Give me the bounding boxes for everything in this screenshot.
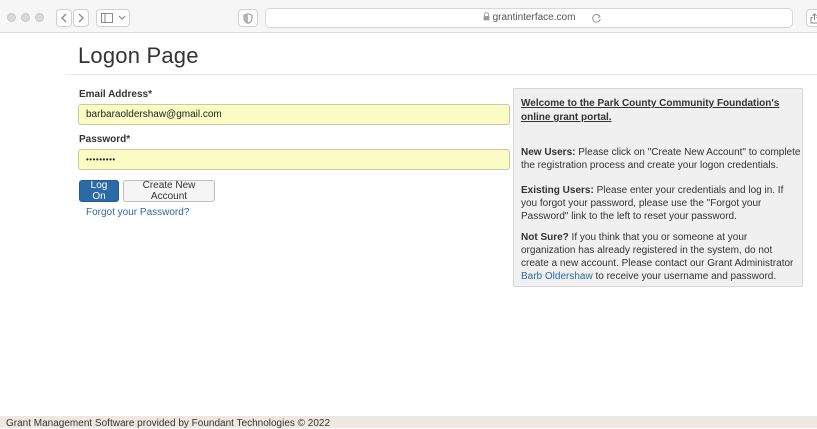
log-on-button[interactable]: Log On: [79, 180, 119, 202]
password-label: Password*: [79, 134, 130, 145]
sidebar-icon: [101, 13, 113, 23]
header-divider: [66, 74, 817, 75]
url-text: grantinterface.com: [493, 12, 576, 23]
forward-button[interactable]: [73, 9, 89, 27]
footer: Grant Management Software provided by Fo…: [0, 416, 817, 428]
lock-icon: [483, 12, 490, 21]
chevron-left-icon: [60, 13, 68, 23]
shield-icon: [243, 13, 253, 24]
welcome-message: Welcome to the Park County Community Fou…: [521, 97, 791, 125]
footer-text: Grant Management Software provided by Fo…: [6, 418, 330, 429]
not-sure-heading: Not Sure?: [521, 232, 569, 243]
email-field[interactable]: [78, 104, 510, 125]
back-button[interactable]: [56, 9, 72, 27]
chevron-down-icon: [118, 15, 126, 21]
not-sure-text-end: to receive your username and password.: [593, 271, 776, 282]
new-users-info: New Users: Please click on "Create New A…: [521, 146, 801, 172]
reload-icon[interactable]: [591, 13, 602, 24]
privacy-report-button[interactable]: [238, 9, 258, 27]
info-panel: Welcome to the Park County Community Fou…: [513, 88, 803, 287]
window-minimize-button[interactable]: [21, 13, 30, 22]
password-field[interactable]: [78, 149, 510, 170]
new-users-heading: New Users:: [521, 147, 575, 158]
window-close-button[interactable]: [7, 13, 16, 22]
address-bar[interactable]: grantinterface.com: [265, 8, 793, 28]
existing-users-info: Existing Users: Please enter your creden…: [521, 184, 801, 223]
window-zoom-button[interactable]: [35, 13, 44, 22]
page-title: Logon Page: [78, 43, 199, 69]
share-icon: [810, 13, 817, 24]
email-label: Email Address*: [79, 89, 152, 100]
share-button[interactable]: [806, 9, 817, 27]
grant-administrator-link[interactable]: Barb Oldershaw: [521, 271, 593, 282]
forgot-password-link[interactable]: Forgot your Password?: [86, 207, 189, 218]
existing-users-heading: Existing Users:: [521, 185, 594, 196]
sidebar-toggle-button[interactable]: [96, 9, 130, 27]
create-new-account-button[interactable]: Create New Account: [123, 180, 215, 202]
chevron-right-icon: [77, 13, 85, 23]
not-sure-info: Not Sure? If you think that you or someo…: [521, 231, 801, 283]
browser-toolbar: grantinterface.com: [0, 0, 817, 33]
